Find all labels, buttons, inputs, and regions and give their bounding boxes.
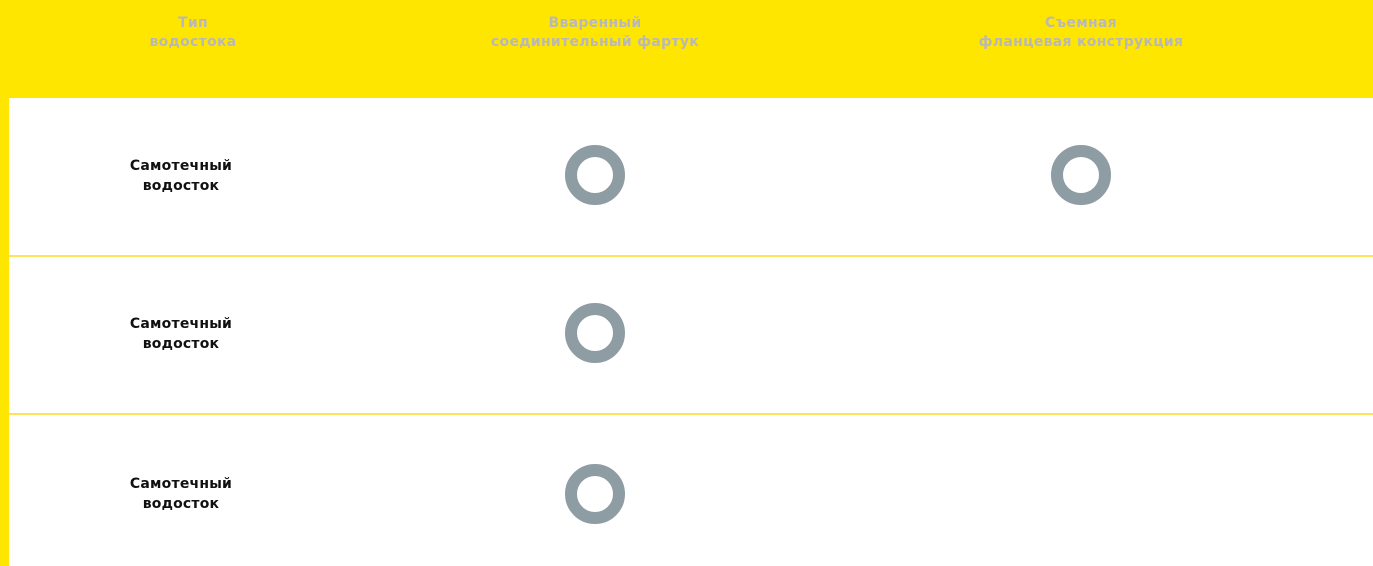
- header-drain-type: Тип водостока: [149, 15, 237, 50]
- row-label: Самотечный водосток: [129, 476, 233, 512]
- ring-marker-icon: [565, 464, 625, 524]
- table-row: Самотечный водосток: [9, 98, 1373, 255]
- row-label: Самотечный водосток: [129, 158, 233, 194]
- header-removable-flange: Съемная фланцевая конструкция: [978, 15, 1184, 50]
- left-accent-bar: [0, 0, 9, 566]
- row-label: Самотечный водосток: [129, 316, 233, 352]
- comparison-table: Тип водостока Вваренный соединительный ф…: [0, 0, 1373, 566]
- ring-marker-icon: [565, 303, 625, 363]
- ring-marker-icon: [1051, 145, 1111, 205]
- table-row: Самотечный водосток: [9, 415, 1373, 566]
- table-header: Тип водостока Вваренный соединительный ф…: [0, 0, 1373, 98]
- ring-marker-icon: [565, 145, 625, 205]
- header-welded-flange: Вваренный соединительный фартук: [490, 15, 700, 50]
- table-row: Самотечный водосток: [9, 257, 1373, 414]
